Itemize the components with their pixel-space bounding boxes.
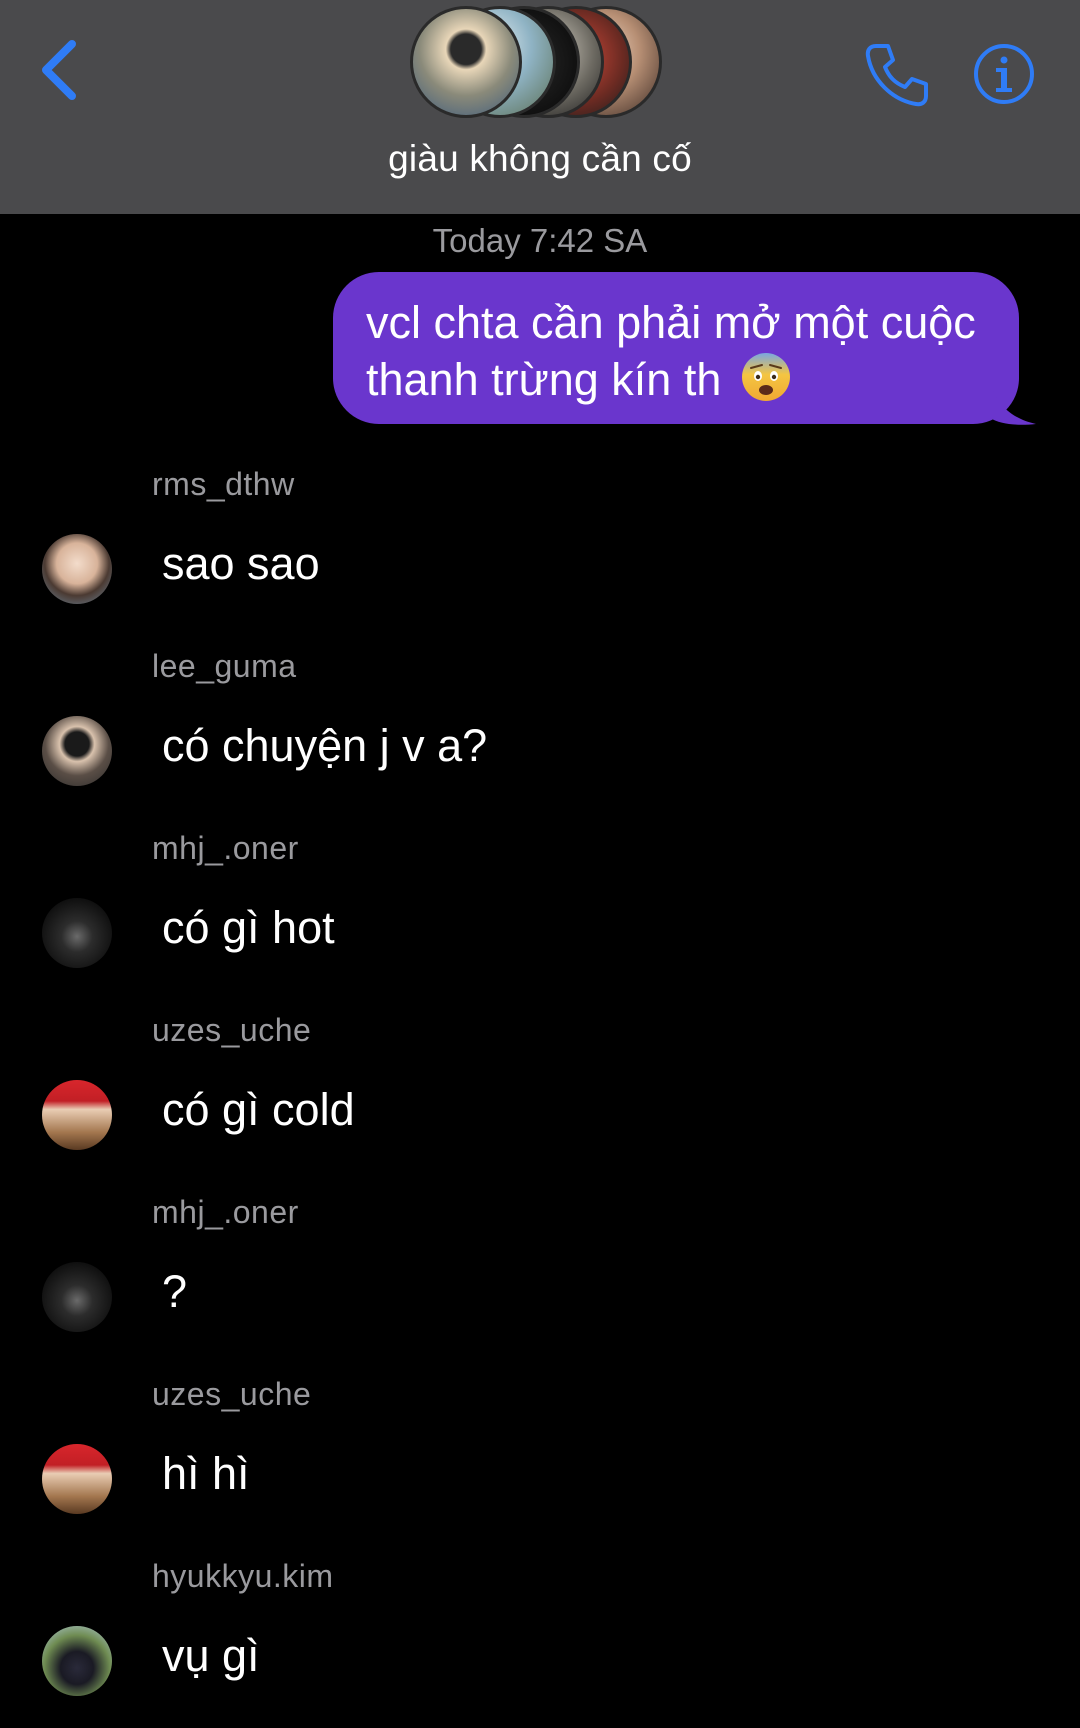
chat-header: giàu không cần cố [0,0,1080,214]
message-text[interactable]: có gì hot [162,902,335,954]
bubble-tail [990,380,1036,425]
avatar[interactable] [42,534,112,604]
message-text: thanh trừng kín th [366,354,722,405]
sender-name[interactable]: rms_dthw [152,466,295,503]
call-button[interactable] [862,40,932,110]
avatar[interactable] [42,898,112,968]
message-text-line: thanh trừng kín th [366,351,989,408]
sender-name[interactable]: mhj_.oner [152,1194,299,1231]
incoming-message: mhj_.oner ? [0,1194,1080,1364]
incoming-message: lee_guma có chuyện j v a? [0,648,1080,818]
incoming-message: hyukkyu.kim vụ gì [0,1558,1080,1728]
chevron-left-icon [42,40,76,100]
incoming-message: uzes_uche có gì cold [0,1012,1080,1182]
member-avatar [410,6,522,118]
message-text[interactable]: sao sao [162,538,320,590]
incoming-message: rms_dthw sao sao [0,466,1080,636]
fearful-face-emoji [734,353,792,405]
message-text[interactable]: hì hì [162,1448,250,1500]
outgoing-message-bubble[interactable]: vcl chta cần phải mở một cuộc thanh trừn… [333,272,1019,424]
message-text[interactable]: vụ gì [162,1630,260,1682]
group-title[interactable]: giàu không cần cố [0,138,1080,180]
message-text[interactable]: có chuyện j v a? [162,720,487,772]
message-text-line: vcl chta cần phải mở một cuộc [366,297,976,348]
avatar[interactable] [42,1080,112,1150]
sender-name[interactable]: uzes_uche [152,1376,311,1413]
phone-icon [865,44,928,107]
message-text[interactable]: có gì cold [162,1084,355,1136]
sender-name[interactable]: uzes_uche [152,1012,311,1049]
group-avatar-stack[interactable] [410,6,670,124]
avatar[interactable] [42,1262,112,1332]
avatar[interactable] [42,716,112,786]
sender-name[interactable]: hyukkyu.kim [152,1558,334,1595]
back-button[interactable] [30,30,100,110]
avatar[interactable] [42,1626,112,1696]
info-icon [974,44,1034,104]
sender-name[interactable]: mhj_.oner [152,830,299,867]
info-button[interactable] [974,40,1070,136]
message-text[interactable]: ? [162,1266,187,1318]
avatar[interactable] [42,1444,112,1514]
message-timestamp: Today 7:42 SA [432,222,648,259]
sender-name[interactable]: lee_guma [152,648,297,685]
incoming-message: uzes_uche hì hì [0,1376,1080,1546]
incoming-message: mhj_.oner có gì hot [0,830,1080,1000]
